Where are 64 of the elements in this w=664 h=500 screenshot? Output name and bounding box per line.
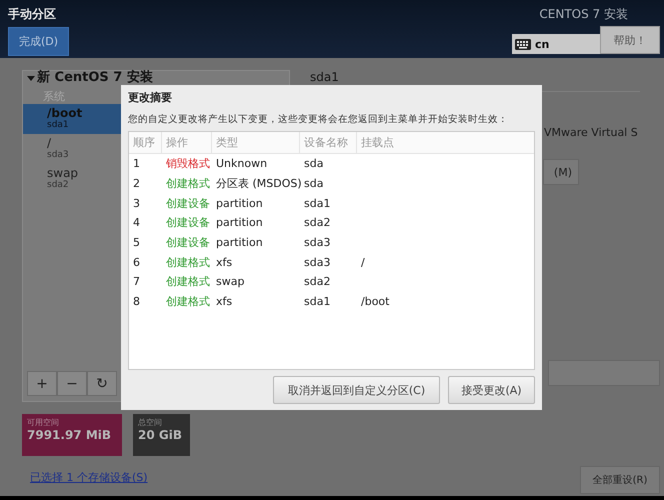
space-value: 7991.97 MiB [27, 428, 112, 442]
table-cell-text: 创建格式 [165, 274, 211, 290]
table-cell-text: sda [303, 177, 324, 190]
column-header[interactable]: 类型 [212, 132, 300, 153]
table-cell-text: 8 [132, 295, 141, 308]
table-cell-text: 分区表 (MSDOS) [215, 176, 300, 192]
table-cell-text: partition [215, 196, 264, 210]
table-cell-text: 销毁格式 [165, 156, 211, 172]
table-cell-text: sda1 [303, 295, 332, 308]
column-header[interactable]: 顺序 [129, 132, 162, 153]
table-cell-text: 3 [132, 196, 141, 210]
tree-root-label: 新 CentOS 7 安装 [37, 71, 153, 85]
tree-root[interactable]: 新 CentOS 7 安装 [23, 71, 289, 85]
modify-button[interactable]: (M) [543, 159, 579, 185]
table-cell-text: 创建格式 [165, 176, 211, 192]
toolbar-button[interactable]: ↻ [87, 371, 117, 396]
table-cell-text: / [360, 256, 366, 269]
toolbar-button[interactable]: − [57, 371, 87, 396]
table-cell-text: swap [215, 275, 246, 288]
table-cell-text: 5 [132, 236, 141, 250]
help-button[interactable]: 帮助！ [600, 26, 660, 54]
space-label: 总空间 [138, 417, 163, 428]
table-cell-text: 4 [132, 216, 141, 230]
partition-title: sda1 [310, 70, 339, 84]
table-cell-text: sda1 [303, 196, 332, 210]
table-cell-text: 1 [132, 157, 141, 170]
done-button[interactable]: 完成(D) [8, 27, 70, 56]
table-cell-text: partition [215, 216, 264, 230]
column-header[interactable]: 设备名称 [300, 132, 357, 153]
page-title: 手动分区 [8, 6, 56, 23]
space-value: 20 GiB [138, 428, 183, 442]
expander-icon [27, 74, 35, 82]
table-cell-text: 2 [132, 177, 141, 190]
cancel-button[interactable]: 取消并返回到自定义分区(C) [273, 376, 440, 404]
table-cell-text: sda [303, 157, 324, 170]
table-cell-text: partition [215, 236, 264, 250]
toolbar-button[interactable]: + [27, 371, 57, 396]
accept-button[interactable]: 接受更改(A) [448, 376, 535, 404]
table-cell-text: 创建设备 [165, 196, 211, 211]
table-cell-text: sda3 [303, 236, 332, 250]
table-cell-text: sda2 [303, 275, 332, 288]
reset-all-button[interactable]: 全部重设(R) [580, 466, 660, 494]
storage-devices-link[interactable]: 已选择 1 个存储设备(S) [30, 470, 290, 485]
table-cell-text: sda3 [303, 256, 332, 269]
space-label: 可用空间 [27, 417, 60, 428]
table-cell-text: 创建格式 [165, 294, 211, 310]
table-cell-text: 创建设备 [165, 215, 211, 230]
table-cell-text: /boot [360, 295, 390, 308]
table-cell-text: xfs [215, 256, 234, 269]
dialog-message: 您的自定义更改将产生以下变更，这些变更将会在您返回到主菜单并开始安装时生效： [128, 113, 508, 126]
table-cell-text: 创建设备 [165, 235, 211, 250]
column-header[interactable]: 操作 [162, 132, 212, 153]
keyboard-icon [515, 38, 531, 50]
table-cell-text: sda2 [303, 216, 332, 230]
keyboard-layout-field[interactable]: cn [512, 34, 600, 54]
dialog-title: 更改摘要 [128, 90, 173, 105]
product-title: CENTOS 7 安装 [539, 6, 628, 23]
table-cell-text: 创建格式 [165, 254, 211, 270]
table-cell-text: Unknown [215, 157, 268, 170]
column-header[interactable]: 挂载点 [357, 132, 534, 153]
table-cell-text: 7 [132, 275, 141, 288]
table-cell-text: xfs [215, 295, 234, 308]
device-text: VMware Virtual S [544, 126, 639, 139]
table-cell-text: 6 [132, 256, 141, 269]
